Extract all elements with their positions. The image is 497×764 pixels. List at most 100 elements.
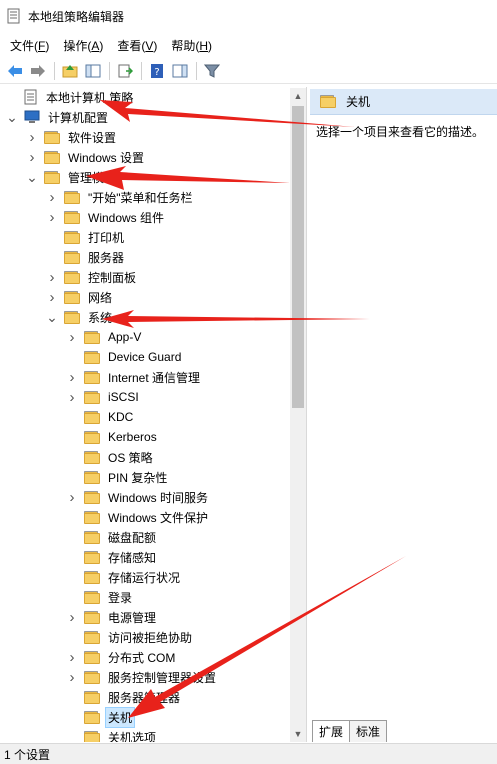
tree-item[interactable]: 关机 bbox=[66, 706, 136, 728]
tree-item[interactable]: › Windows 组件 bbox=[46, 207, 166, 227]
tree-item[interactable]: Kerberos bbox=[66, 427, 159, 447]
tree-item[interactable]: 服务器管理器 bbox=[66, 687, 182, 707]
folder-icon bbox=[64, 290, 80, 304]
tree-item[interactable]: › 分布式 COM bbox=[66, 647, 177, 667]
help-icon[interactable]: ? bbox=[146, 60, 168, 82]
chevron-right-icon[interactable]: › bbox=[26, 149, 38, 166]
menu-action[interactable]: 操作(A) bbox=[57, 35, 109, 56]
action-pane-icon[interactable] bbox=[169, 60, 191, 82]
tree-item-label: 控制面板 bbox=[88, 270, 137, 285]
menu-help[interactable]: 帮助(H) bbox=[165, 35, 218, 56]
tree-item[interactable]: Device Guard bbox=[66, 347, 183, 367]
tree-item[interactable]: 打印机 bbox=[46, 227, 126, 247]
show-hide-tree-icon[interactable] bbox=[82, 60, 104, 82]
chevron-right-icon[interactable]: › bbox=[66, 329, 78, 346]
chevron-right-icon[interactable]: › bbox=[66, 669, 78, 686]
tree-item[interactable]: OS 策略 bbox=[66, 447, 155, 467]
window-title: 本地组策略编辑器 bbox=[28, 9, 125, 24]
tree-item[interactable]: 本地计算机 策略 bbox=[6, 87, 135, 107]
tree-item-label: 本地计算机 策略 bbox=[46, 90, 134, 105]
tree-item[interactable]: › Windows 设置 bbox=[26, 147, 146, 167]
chevron-right-icon[interactable]: › bbox=[26, 129, 38, 146]
scroll-down-icon[interactable]: ▼ bbox=[290, 726, 306, 742]
chevron-right-icon[interactable]: › bbox=[66, 609, 78, 626]
tree-item[interactable]: ⌄ 管理模板 bbox=[26, 167, 118, 187]
menu-view[interactable]: 查看(V) bbox=[111, 35, 163, 56]
scroll-thumb[interactable] bbox=[292, 106, 304, 408]
tree-scrollbar[interactable]: ▲ ▼ bbox=[290, 88, 306, 742]
tree-item-label: iSCSI bbox=[108, 390, 139, 404]
view-tabs: 扩展 标准 bbox=[312, 720, 388, 742]
tree-item-label: 关机 bbox=[104, 706, 136, 728]
chevron-down-icon[interactable]: ⌄ bbox=[6, 110, 18, 124]
folder-icon bbox=[84, 570, 100, 584]
folder-icon bbox=[84, 630, 100, 644]
folder-icon bbox=[84, 390, 100, 404]
back-icon[interactable] bbox=[4, 60, 26, 82]
forward-icon[interactable] bbox=[27, 60, 49, 82]
tree-item[interactable]: › Internet 通信管理 bbox=[66, 367, 202, 387]
tree-item-label: Windows 文件保护 bbox=[108, 510, 209, 525]
tree-item-label: 磁盘配额 bbox=[108, 530, 157, 545]
tree-item[interactable]: 存储感知 bbox=[66, 547, 158, 567]
status-bar: 1 个设置 bbox=[0, 743, 497, 764]
folder-icon bbox=[64, 250, 80, 264]
tree-item[interactable]: › "开始"菜单和任务栏 bbox=[46, 187, 195, 207]
tree-item[interactable]: › 电源管理 bbox=[66, 607, 158, 627]
toolbar-separator bbox=[54, 61, 55, 80]
folder-icon bbox=[64, 270, 80, 284]
chevron-down-icon[interactable]: ⌄ bbox=[46, 310, 58, 324]
tree-item[interactable]: ⌄ 计算机配置 bbox=[6, 107, 110, 127]
chevron-right-icon[interactable]: › bbox=[46, 289, 58, 306]
tree-item-label: 系统 bbox=[88, 310, 113, 325]
tree-item[interactable]: ⌄ 系统 bbox=[46, 307, 114, 327]
tree-item[interactable]: Windows 文件保护 bbox=[66, 507, 210, 527]
chevron-right-icon[interactable]: › bbox=[46, 269, 58, 286]
tree-item[interactable]: › 软件设置 bbox=[26, 127, 118, 147]
details-description: 选择一个项目来查看它的描述。 bbox=[316, 125, 485, 139]
chevron-right-icon[interactable]: › bbox=[46, 189, 58, 206]
tree-item-label: 网络 bbox=[88, 290, 113, 305]
tree-pane[interactable]: 本地计算机 策略 ⌄ 计算机配置 › 软件设置 › Windows 设置 ⌄ 管理模板 › "开始"… bbox=[0, 87, 307, 742]
folder-icon bbox=[84, 470, 100, 484]
tree-item-label: 关机选项 bbox=[108, 730, 157, 743]
tree-item[interactable]: › 服务控制管理器设置 bbox=[66, 667, 218, 687]
tab-extended[interactable]: 扩展 bbox=[312, 720, 351, 742]
chevron-right-icon[interactable]: › bbox=[46, 209, 58, 226]
chevron-right-icon[interactable]: › bbox=[66, 369, 78, 386]
tree-item-label: 电源管理 bbox=[108, 610, 157, 625]
tree-item[interactable]: › Windows 时间服务 bbox=[66, 487, 210, 507]
chevron-down-icon[interactable]: ⌄ bbox=[26, 170, 38, 184]
toolbar: ? bbox=[0, 58, 497, 84]
tree-item-label: 访问被拒绝协助 bbox=[108, 630, 193, 645]
tree-item[interactable]: 磁盘配额 bbox=[66, 527, 158, 547]
tree-item[interactable]: › 网络 bbox=[46, 287, 114, 307]
tree-item[interactable]: 登录 bbox=[66, 587, 134, 607]
tree-item[interactable]: PIN 复杂性 bbox=[66, 467, 169, 487]
chevron-right-icon[interactable]: › bbox=[66, 649, 78, 666]
tree-item[interactable]: KDC bbox=[66, 407, 135, 427]
tab-standard[interactable]: 标准 bbox=[349, 720, 388, 742]
tree-item[interactable]: 关机选项 bbox=[66, 727, 158, 742]
tree-item[interactable]: › 控制面板 bbox=[46, 267, 138, 287]
menu-file[interactable]: 文件(F) bbox=[4, 35, 55, 56]
tree-item[interactable]: › App-V bbox=[66, 327, 143, 347]
up-folder-icon[interactable] bbox=[59, 60, 81, 82]
scroll-up-icon[interactable]: ▲ bbox=[290, 88, 306, 104]
filter-icon[interactable] bbox=[201, 60, 223, 82]
folder-icon bbox=[84, 490, 100, 504]
tree-item[interactable]: 存储运行状况 bbox=[66, 567, 182, 587]
tree-item[interactable]: › iSCSI bbox=[66, 387, 141, 407]
tree-item-label: 分布式 COM bbox=[108, 650, 176, 665]
export-list-icon[interactable] bbox=[114, 60, 136, 82]
chevron-right-icon[interactable]: › bbox=[66, 389, 78, 406]
tree-item[interactable]: 访问被拒绝协助 bbox=[66, 627, 194, 647]
tree-item[interactable]: 服务器 bbox=[46, 247, 126, 267]
chevron-right-icon[interactable]: › bbox=[66, 489, 78, 506]
